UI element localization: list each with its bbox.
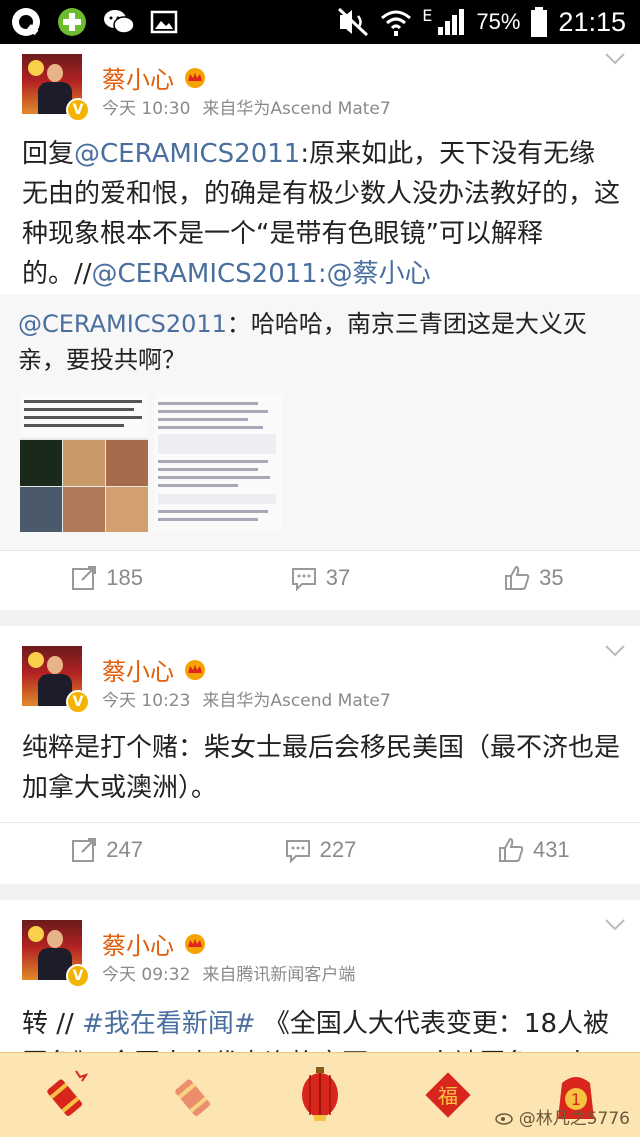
system-indicators: E 75% 21:15 <box>336 0 626 44</box>
text-segment: : <box>317 259 327 289</box>
author-row: 蔡小心 <box>102 652 208 687</box>
post-source: 来自华为Ascend Mate7 <box>202 99 391 119</box>
battery-percent: 75% <box>476 9 521 34</box>
svg-text:福: 福 <box>438 1084 458 1108</box>
text-segment: 回复 <box>22 139 75 169</box>
verified-badge-icon: V <box>66 964 90 988</box>
add-app-icon <box>58 8 86 36</box>
mention-link[interactable]: @蔡小心 <box>327 259 431 289</box>
verified-badge-icon: V <box>66 98 90 122</box>
network-type: E <box>422 6 433 25</box>
avatar[interactable]: V <box>22 646 90 714</box>
post-source: 来自腾讯新闻客户端 <box>202 965 356 985</box>
watermark: @林凡之5776 <box>494 1104 630 1129</box>
author-row: 蔡小心 <box>102 926 208 961</box>
chevron-down-icon[interactable] <box>604 52 626 66</box>
comment-icon <box>285 840 310 864</box>
like-count: 431 <box>532 837 570 862</box>
post-meta: 今天 10:23 来自华为Ascend Mate7 <box>102 686 391 711</box>
crown-icon <box>185 659 205 680</box>
post-time: 今天 10:30 <box>102 99 191 119</box>
author-row: 蔡小心 <box>102 60 208 95</box>
comment-count: 37 <box>325 565 351 590</box>
battery-icon <box>531 7 548 37</box>
lantern-icon[interactable] <box>292 1065 348 1125</box>
avatar[interactable]: V <box>22 920 90 988</box>
post-meta: 今天 09:32 来自腾讯新闻客户端 <box>102 960 355 985</box>
wifi-icon <box>381 10 412 36</box>
post-text: 回复@CERAMICS2011:原来如此，天下没有无缘无由的爱和恨，的确是有极少… <box>22 134 620 294</box>
chevron-down-icon[interactable] <box>604 644 626 658</box>
hashtag-link[interactable]: #我在看新闻# <box>82 1009 256 1039</box>
mention-link[interactable]: @CERAMICS2011 <box>92 259 318 289</box>
author-name[interactable]: 蔡小心 <box>102 926 174 961</box>
post-text: 转 // #我在看新闻# 《全国人大代表变更：18人被罢免》 全国人大代表资格变… <box>22 1004 620 1052</box>
action-bar: 247 227 431 <box>0 822 640 878</box>
repost-text: @CERAMICS2011：哈哈哈，南京三青团这是大义灭亲，要投共啊？ <box>18 306 622 378</box>
fu-diamond-icon[interactable]: 福 <box>420 1065 476 1125</box>
post-source: 来自华为Ascend Mate7 <box>202 691 391 711</box>
chevron-down-icon[interactable] <box>604 918 626 932</box>
mute-icon <box>338 7 369 37</box>
crown-icon <box>185 933 205 954</box>
comment-button[interactable]: 227 <box>213 822 426 878</box>
post-card[interactable]: V 蔡小心 今天 10:23 来自华为Ascend Mate7 纯粹是打个赌：柴女… <box>0 626 640 884</box>
repost-count: 247 <box>106 837 144 862</box>
text-segment: 纯粹是打个赌：柴女士最后会移民美国（最不济也是加拿大或澳洲）。 <box>22 733 621 803</box>
post-text: 纯粹是打个赌：柴女士最后会移民美国（最不济也是加拿大或澳洲）。 <box>22 728 620 808</box>
reposted-content[interactable]: @CERAMICS2011：哈哈哈，南京三青团这是大义灭亲，要投共啊？ <box>0 294 640 550</box>
author-name[interactable]: 蔡小心 <box>102 652 174 687</box>
notification-icons <box>10 6 178 38</box>
author-name[interactable]: 蔡小心 <box>102 60 174 95</box>
status-bar: E 75% 21:15 <box>0 0 640 44</box>
like-button[interactable]: 431 <box>427 822 640 878</box>
repost-button[interactable]: 247 <box>0 822 213 878</box>
weibo-feed[interactable]: V 蔡小心 今天 10:30 来自华为Ascend Mate7 回复@CERAMI… <box>0 44 640 1052</box>
post-time: 今天 10:23 <box>102 691 191 711</box>
bottom-bar: 福 1 @林凡之5776 <box>0 1052 640 1137</box>
crown-icon <box>185 67 205 88</box>
weibo-logo-icon <box>494 1112 513 1125</box>
post-card[interactable]: V 蔡小心 今天 10:30 来自华为Ascend Mate7 回复@CERAMI… <box>0 44 640 610</box>
comment-button[interactable]: 37 <box>213 550 426 606</box>
mention-link[interactable]: @CERAMICS2011 <box>74 139 300 169</box>
repost-icon <box>72 838 97 862</box>
watermark-text: @林凡之5776 <box>518 1109 630 1129</box>
repost-icon <box>72 566 97 590</box>
image-thumbnails <box>20 394 282 532</box>
qq-browser-icon <box>12 8 40 36</box>
signal-icon <box>438 9 465 35</box>
repost-button[interactable]: 185 <box>0 550 213 606</box>
like-button[interactable]: 35 <box>427 550 640 606</box>
post-time: 今天 09:32 <box>102 965 191 985</box>
action-bar: 185 37 35 <box>0 550 640 606</box>
like-count: 35 <box>539 565 564 590</box>
clock: 21:15 <box>558 6 626 37</box>
avatar[interactable]: V <box>22 54 90 122</box>
thumbs-up-icon <box>498 837 524 862</box>
image-thumbnail[interactable] <box>20 394 148 532</box>
image-thumbnail[interactable] <box>154 394 282 532</box>
repost-count: 185 <box>106 565 144 590</box>
gallery-icon <box>150 10 178 34</box>
firecracker-icon[interactable] <box>36 1065 92 1125</box>
comment-icon <box>291 568 316 592</box>
firecracker-faded-icon[interactable] <box>164 1065 220 1125</box>
thumbs-up-icon <box>505 565 530 590</box>
post-card[interactable]: V 蔡小心 今天 09:32 来自腾讯新闻客户端 转 // #我在看新闻# 《全国… <box>0 900 640 1052</box>
comment-count: 227 <box>319 837 357 862</box>
text-segment: 转 // <box>22 1009 83 1039</box>
verified-badge-icon: V <box>66 690 90 714</box>
wechat-icon <box>104 10 135 34</box>
mention-link[interactable]: @CERAMICS2011 <box>18 310 227 338</box>
post-meta: 今天 10:30 来自华为Ascend Mate7 <box>102 94 391 119</box>
